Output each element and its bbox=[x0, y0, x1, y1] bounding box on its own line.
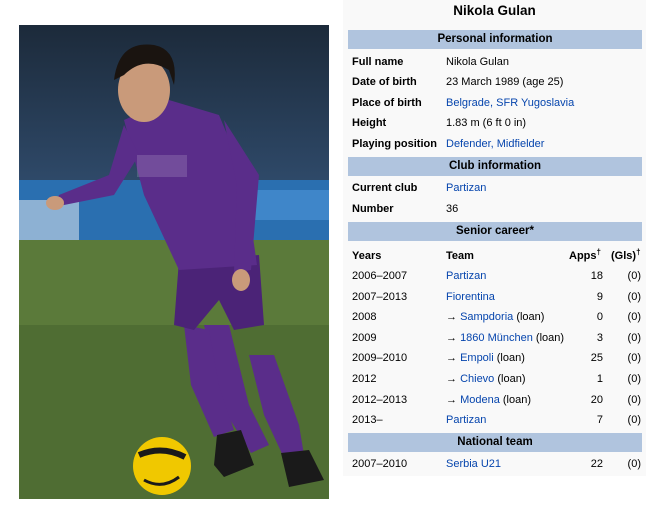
player-photo-illustration bbox=[19, 25, 329, 499]
career-years: 2006–2007 bbox=[352, 270, 408, 282]
career-team-link[interactable]: Partizan bbox=[446, 270, 486, 282]
player-photo bbox=[19, 25, 329, 499]
career-years: 2013– bbox=[352, 414, 383, 427]
career-goals: (0) bbox=[627, 352, 641, 365]
career-team-cell: Partizan bbox=[446, 270, 486, 283]
career-team-cell: → Sampdoria (loan) bbox=[446, 311, 544, 324]
career-team-link[interactable]: Serbia U21 bbox=[446, 458, 501, 470]
career-years: 2012 bbox=[352, 373, 377, 385]
link-place-of-birth[interactable]: Belgrade, SFR Yugoslavia bbox=[446, 97, 574, 110]
career-apps: 0 bbox=[596, 311, 603, 324]
loan-label: (loan) bbox=[513, 311, 545, 324]
career-years: 2012–2013 bbox=[352, 393, 408, 406]
column-apps-header: Apps† bbox=[569, 247, 601, 263]
career-goals: (0) bbox=[627, 311, 641, 324]
section-personal-header: Personal information bbox=[348, 30, 642, 49]
career-years: 2007–2013 bbox=[352, 290, 408, 303]
career-team-cell: Partizan bbox=[446, 414, 486, 427]
loan-label: (loan) bbox=[493, 352, 525, 365]
career-team-cell: → Chievo (loan) bbox=[446, 373, 526, 386]
section-national-team-header: National team bbox=[348, 433, 642, 452]
label-date-of-birth: Date of birth bbox=[352, 76, 417, 88]
career-goals: (0) bbox=[627, 270, 641, 282]
career-goals: (0) bbox=[627, 373, 641, 385]
career-apps: 3 bbox=[596, 331, 603, 344]
value-full-name: Nikola Gulan bbox=[446, 56, 509, 68]
career-goals: (0) bbox=[627, 393, 641, 406]
career-goals: (0) bbox=[627, 414, 641, 427]
loan-arrow-icon: → bbox=[446, 311, 461, 324]
value-date-of-birth: 23 March 1989 (age 25) bbox=[446, 76, 564, 88]
apps-dagger: † bbox=[596, 247, 601, 257]
section-club-header: Club information bbox=[348, 157, 642, 176]
career-apps: 20 bbox=[590, 393, 603, 406]
career-team-cell: Fiorentina bbox=[446, 291, 495, 304]
label-full-name: Full name bbox=[352, 56, 404, 68]
career-years: 2007–2010 bbox=[352, 458, 408, 470]
loan-arrow-icon: → bbox=[446, 331, 461, 344]
column-team-header: Team bbox=[446, 250, 474, 262]
gls-dagger: † bbox=[636, 247, 641, 257]
career-goals: (0) bbox=[627, 331, 641, 344]
loan-arrow-icon: → bbox=[446, 352, 461, 365]
infobox-title: Nikola Gulan bbox=[453, 3, 536, 18]
career-apps: 1 bbox=[596, 373, 603, 385]
label-place-of-birth: Place of birth bbox=[352, 97, 422, 109]
column-years-header: Years bbox=[352, 250, 382, 262]
career-apps: 7 bbox=[596, 414, 603, 427]
career-team-cell: → Modena (loan) bbox=[446, 394, 531, 407]
career-team-cell: → Empoli (loan) bbox=[446, 352, 525, 365]
loan-arrow-icon: → bbox=[446, 393, 461, 406]
section-senior-career-header: Senior career* bbox=[348, 222, 642, 241]
career-team-link[interactable]: Chievo bbox=[460, 373, 494, 385]
career-apps: 18 bbox=[590, 270, 603, 282]
career-apps: 22 bbox=[590, 458, 603, 470]
career-years: 2008 bbox=[352, 311, 377, 324]
label-number: Number bbox=[352, 203, 394, 215]
loan-label: (loan) bbox=[499, 393, 532, 406]
loan-label: (loan) bbox=[532, 331, 565, 344]
career-goals: (0) bbox=[627, 458, 641, 470]
career-goals: (0) bbox=[627, 290, 641, 303]
career-team-cell: → 1860 München (loan) bbox=[446, 332, 564, 345]
career-team-link[interactable]: Fiorentina bbox=[446, 291, 495, 303]
career-apps: 9 bbox=[596, 290, 603, 303]
career-team-cell: Serbia U21 bbox=[446, 458, 501, 471]
career-team-link[interactable]: 1860 München bbox=[460, 332, 533, 344]
link-current-club[interactable]: Partizan bbox=[446, 182, 486, 195]
career-apps: 25 bbox=[590, 352, 603, 365]
career-years: 2009–2010 bbox=[352, 352, 408, 365]
label-height: Height bbox=[352, 117, 387, 129]
value-height: 1.83 m (6 ft 0 in) bbox=[446, 117, 527, 129]
label-playing-position: Playing position bbox=[352, 138, 437, 150]
loan-label: (loan) bbox=[494, 373, 526, 385]
gls-header-label: (Gls) bbox=[611, 250, 637, 262]
link-playing-position[interactable]: Defender, Midfielder bbox=[446, 138, 544, 151]
career-team-link[interactable]: Empoli bbox=[460, 352, 494, 364]
career-team-link[interactable]: Partizan bbox=[446, 414, 486, 426]
career-years: 2009 bbox=[352, 331, 377, 344]
column-gls-header: (Gls)† bbox=[611, 247, 641, 263]
apps-header-label: Apps bbox=[569, 250, 597, 262]
career-team-link[interactable]: Modena bbox=[460, 394, 500, 406]
infobox: Nikola Gulan Personal information Full n… bbox=[343, 0, 646, 476]
label-current-club: Current club bbox=[352, 182, 418, 194]
value-number: 36 bbox=[446, 203, 459, 215]
loan-arrow-icon: → bbox=[446, 373, 461, 385]
career-team-link[interactable]: Sampdoria bbox=[460, 311, 513, 323]
